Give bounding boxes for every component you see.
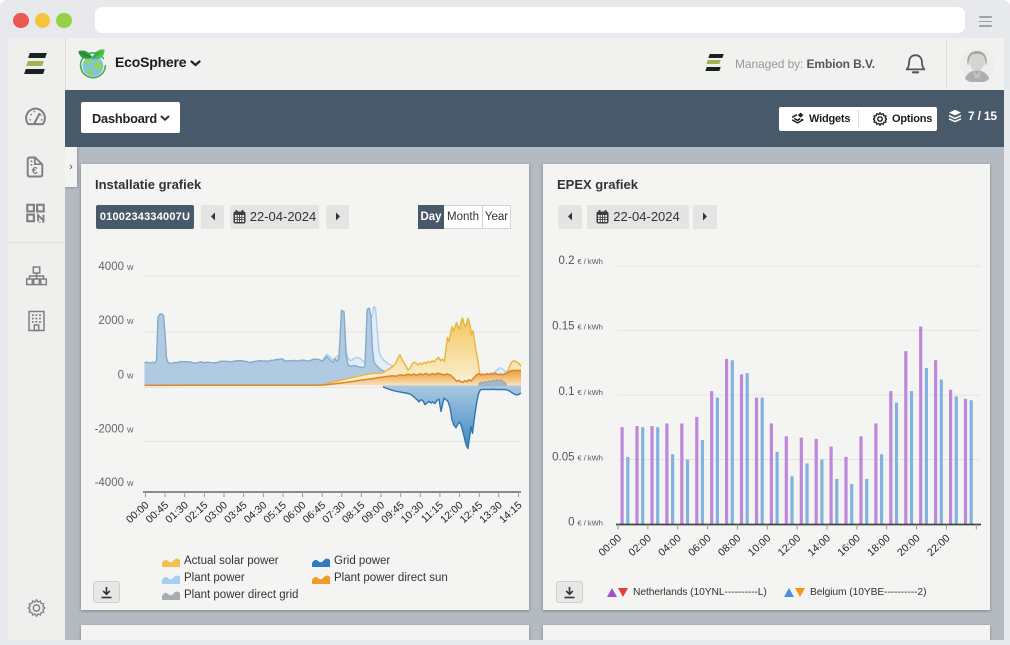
- svg-text:€ / kWh: € / kWh: [578, 454, 603, 463]
- svg-text:w: w: [126, 478, 134, 488]
- svg-text:00:00: 00:00: [596, 532, 624, 559]
- svg-text:€: €: [32, 165, 38, 177]
- svg-text:16:00: 16:00: [835, 532, 863, 559]
- svg-text:08:00: 08:00: [716, 532, 744, 559]
- svg-text:w: w: [126, 425, 134, 435]
- svg-text:06:00: 06:00: [686, 532, 714, 559]
- svg-text:w: w: [126, 316, 134, 326]
- svg-text:18:00: 18:00: [865, 532, 893, 559]
- svg-text:14:15: 14:15: [497, 499, 525, 526]
- svg-text:€ / kWh: € / kWh: [578, 257, 603, 266]
- svg-text:€ / kWh: € / kWh: [578, 519, 603, 528]
- svg-text:0.05: 0.05: [552, 452, 574, 464]
- svg-text:02:00: 02:00: [626, 532, 654, 559]
- svg-text:12:00: 12:00: [776, 532, 804, 559]
- svg-text:€ / kWh: € / kWh: [578, 323, 603, 332]
- svg-text:10:00: 10:00: [746, 532, 774, 559]
- svg-text:14:00: 14:00: [805, 532, 833, 559]
- svg-text:0.2: 0.2: [559, 255, 575, 267]
- svg-text:0.15: 0.15: [552, 321, 574, 333]
- svg-text:-2000: -2000: [95, 424, 124, 436]
- svg-text:2000: 2000: [98, 315, 124, 327]
- svg-text:0: 0: [568, 517, 574, 529]
- svg-text:04:00: 04:00: [656, 532, 684, 559]
- svg-text:0.1: 0.1: [559, 386, 575, 398]
- svg-text:w: w: [126, 262, 134, 272]
- svg-text:-4000: -4000: [95, 477, 124, 489]
- svg-text:w: w: [126, 371, 134, 381]
- svg-text:22:00: 22:00: [925, 532, 953, 559]
- svg-text:4000: 4000: [98, 261, 124, 273]
- svg-text:0: 0: [118, 370, 124, 382]
- svg-text:€ / kWh: € / kWh: [578, 388, 603, 397]
- svg-text:20:00: 20:00: [895, 532, 923, 559]
